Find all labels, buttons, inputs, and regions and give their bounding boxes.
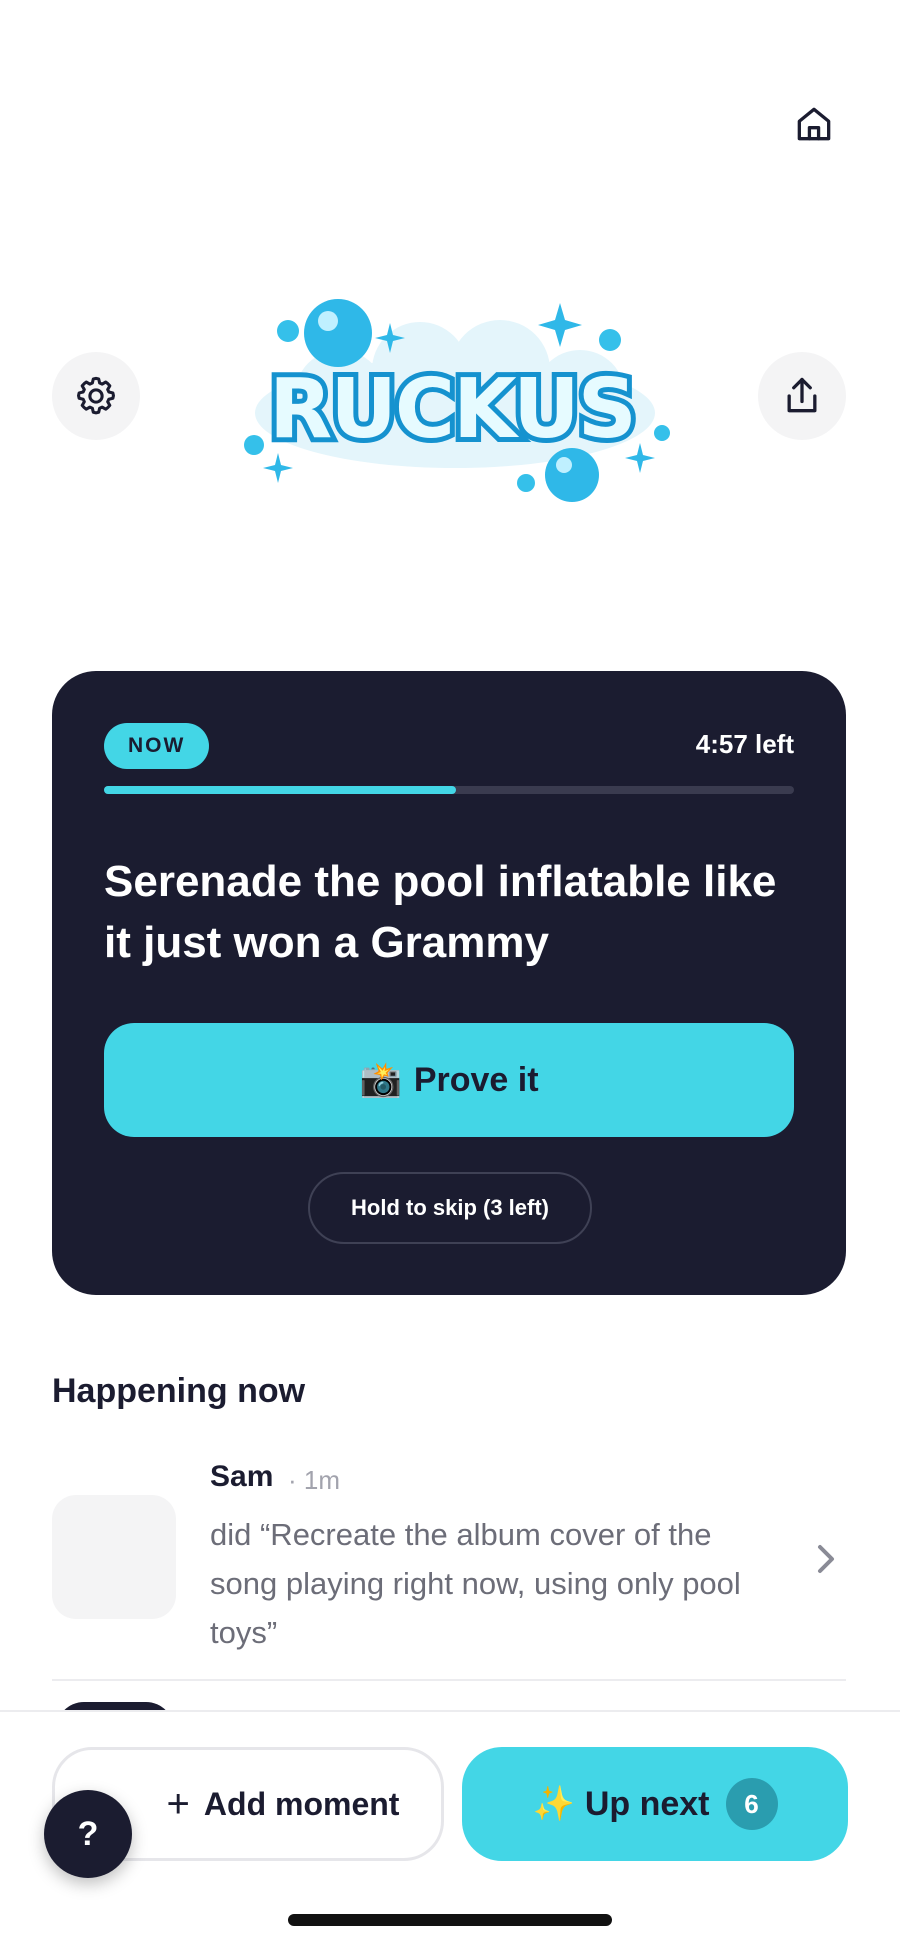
home-button[interactable] [786, 96, 842, 152]
home-icon [797, 107, 831, 141]
settings-button[interactable] [52, 352, 140, 440]
sparkles-icon: ✨ [532, 1785, 575, 1823]
share-icon [787, 377, 817, 413]
home-indicator [288, 1914, 612, 1926]
camera-flash-icon: 📸 [359, 1061, 402, 1099]
chevron-right-icon [818, 1545, 834, 1573]
feed-text: did “Recreate the album cover of the son… [210, 1517, 741, 1650]
list-item[interactable]: Sam · 1m did “Recreate the album cover o… [52, 1460, 846, 1680]
feed-time: · 1m [288, 1465, 340, 1495]
prove-it-button[interactable]: 📸 Prove it [104, 1023, 794, 1137]
ruckus-logo: RUCKUS [230, 285, 680, 505]
help-button[interactable]: ? [44, 1790, 132, 1878]
hold-to-skip-button[interactable]: Hold to skip (3 left) [308, 1172, 592, 1244]
up-next-label: Up next [584, 1784, 710, 1823]
svg-text:RUCKUS: RUCKUS [269, 362, 635, 457]
divider [52, 1679, 846, 1681]
moment-thumbnail [52, 1495, 176, 1619]
feed-user: Sam [210, 1460, 274, 1493]
progress-bar [104, 786, 794, 794]
now-badge: NOW [104, 723, 210, 769]
current-challenge-card: NOW 4:57 left Serenade the pool inflatab… [52, 671, 846, 1295]
gear-icon [77, 376, 115, 415]
add-moment-label: Add moment [203, 1785, 400, 1822]
up-next-button[interactable]: ✨ Up next 6 [462, 1747, 848, 1861]
prove-it-label: Prove it [413, 1060, 539, 1099]
happening-now-title: Happening now [52, 1372, 306, 1410]
up-next-count-badge: 6 [725, 1778, 778, 1830]
progress-fill [104, 786, 456, 794]
plus-icon: + [166, 1782, 190, 1826]
share-button[interactable] [758, 352, 846, 440]
time-left: 4:57 left [695, 729, 794, 759]
challenge-text: Serenade the pool inflatable like it jus… [104, 857, 777, 967]
